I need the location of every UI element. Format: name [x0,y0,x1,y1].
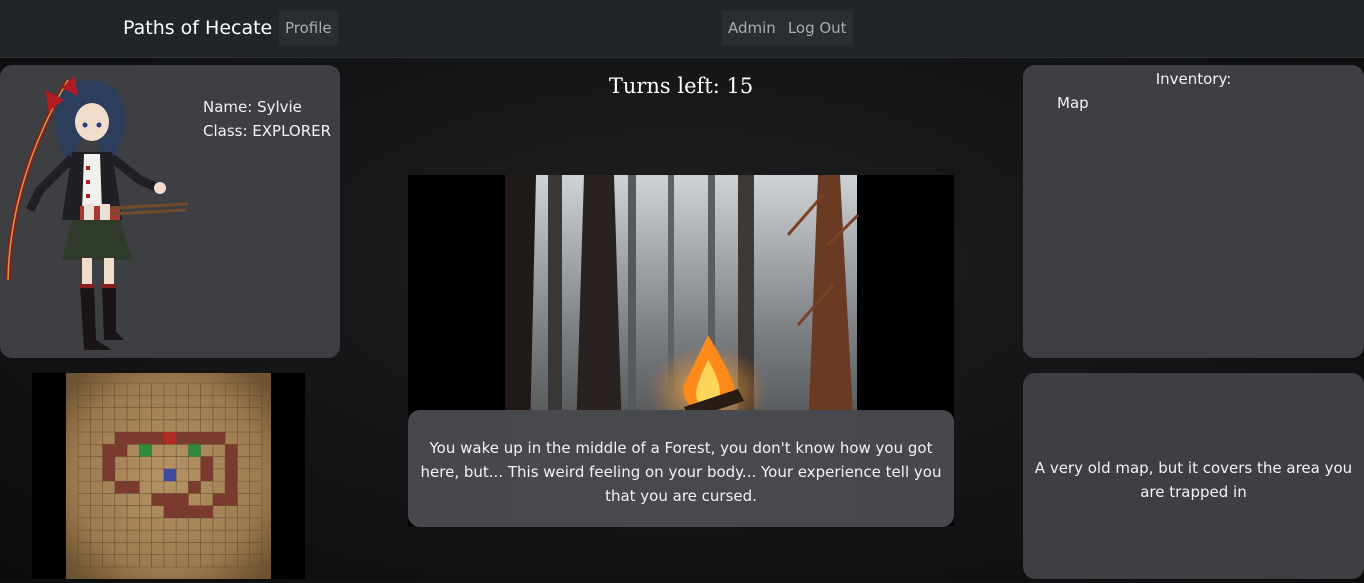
map-cell [212,432,226,445]
map-cell [102,468,115,482]
map-cell [188,444,201,457]
map-cell [225,468,238,482]
minimap-frame [32,373,305,579]
navbar: Paths of Hecate Profile Admin Log Out [0,0,1364,58]
map-cell [151,432,164,445]
map-cell [127,432,140,445]
map-cell [163,493,177,506]
story-text: You wake up in the middle of a Forest, y… [420,439,942,505]
profile-link[interactable]: Profile [279,11,338,45]
grid-map-icon [66,373,271,579]
map-cell [188,505,201,518]
map-cell [139,432,152,445]
map-cell [212,493,226,506]
item-description-text: A very old map, but it covers the area y… [1034,459,1353,501]
inventory-title: Inventory: [1155,70,1232,88]
map-cell [188,432,201,445]
map-cell [200,432,213,445]
map-cell [225,481,238,494]
map-cell [225,444,238,457]
map-cell [176,505,189,518]
map-cell [163,505,177,518]
map-cell [200,505,213,518]
map-cell [200,456,213,469]
map-cell [102,456,115,469]
character-portrait-icon [5,76,189,350]
character-name: Name: Sylvie [203,98,302,116]
brand-link[interactable]: Paths of Hecate [123,17,272,39]
inventory-item-map[interactable]: Map [1057,94,1089,112]
map-cell [114,432,128,445]
map-cell [200,468,213,482]
map-cell [188,481,201,494]
logout-link[interactable]: Log Out [782,11,853,45]
map-cell [163,432,177,445]
map-cell [176,432,189,445]
turns-left-label: Turns left: 15 [608,74,754,98]
map-cell [225,456,238,469]
nav-admin-group: Admin Log Out [722,11,853,45]
map-cell [176,493,189,506]
map-cell [163,468,177,482]
map-cell [114,481,128,494]
map-cell [151,493,164,506]
map-cell [225,493,238,506]
map-cell [114,444,128,457]
story-dialog: You wake up in the middle of a Forest, y… [408,410,954,527]
map-cell [139,444,152,457]
map-cell [127,481,140,494]
map-cell [102,444,115,457]
admin-link[interactable]: Admin [722,11,782,45]
character-class: Class: EXPLORER [203,122,332,140]
